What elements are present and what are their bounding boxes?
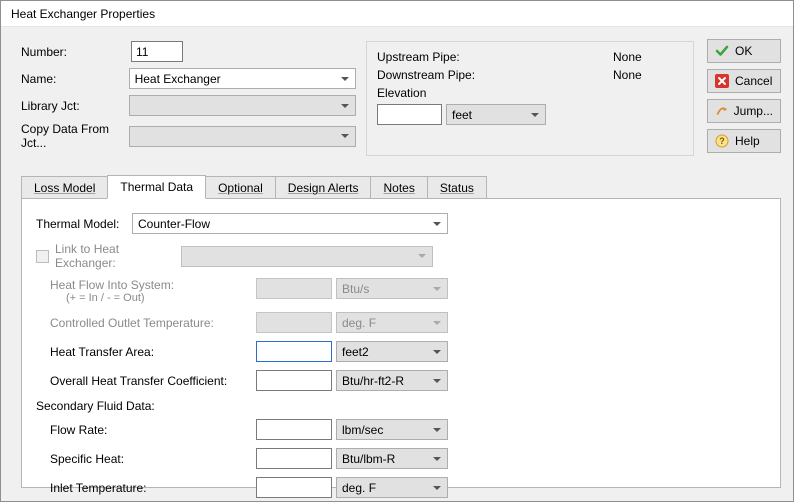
spec-unit: Btu/lbm-R xyxy=(342,452,395,466)
secondary-header: Secondary Fluid Data: xyxy=(36,399,766,413)
tab-status[interactable]: Status xyxy=(427,176,487,199)
number-label: Number: xyxy=(21,45,131,59)
flow-unit: lbm/sec xyxy=(342,423,383,437)
jump-icon xyxy=(715,104,728,118)
spec-unit-select[interactable]: Btu/lbm-R xyxy=(336,448,448,469)
coef-input[interactable] xyxy=(256,370,332,391)
tab-loss-model[interactable]: Loss Model xyxy=(21,176,108,199)
heat-flow-unit-select: Btu/s xyxy=(336,278,448,299)
area-label: Heat Transfer Area: xyxy=(36,345,256,359)
elevation-label: Elevation xyxy=(377,86,683,100)
thermal-model-value: Counter-Flow xyxy=(138,217,210,231)
elevation-input[interactable] xyxy=(377,104,442,125)
spec-label: Specific Heat: xyxy=(36,452,256,466)
thermal-model-label: Thermal Model: xyxy=(36,217,132,231)
inlet-row: Inlet Temperature: deg. F xyxy=(36,477,766,498)
flow-row: Flow Rate: lbm/sec xyxy=(36,419,766,440)
tab-optional[interactable]: Optional xyxy=(205,176,276,199)
elevation-unit: feet xyxy=(452,108,472,122)
area-unit: feet2 xyxy=(342,345,369,359)
cancel-button[interactable]: Cancel xyxy=(707,69,781,93)
downstream-row: Downstream Pipe: None xyxy=(377,68,683,82)
tab-thermal-data[interactable]: Thermal Data xyxy=(107,175,206,199)
jump-button[interactable]: Jump... xyxy=(707,99,781,123)
library-label: Library Jct: xyxy=(21,99,129,113)
help-label: Help xyxy=(735,134,760,148)
name-select[interactable]: Heat Exchanger xyxy=(129,68,356,89)
flow-label: Flow Rate: xyxy=(36,423,256,437)
thermal-model-select[interactable]: Counter-Flow xyxy=(132,213,448,234)
heat-flow-label: Heat Flow Into System: xyxy=(36,278,256,292)
flow-input[interactable] xyxy=(256,419,332,440)
area-row: Heat Transfer Area: feet2 xyxy=(36,341,766,362)
inlet-unit: deg. F xyxy=(342,481,376,495)
elevation-unit-select[interactable]: feet xyxy=(446,104,546,125)
copy-select[interactable] xyxy=(129,126,356,147)
library-row: Library Jct: xyxy=(21,95,356,116)
upstream-row: Upstream Pipe: None xyxy=(377,50,683,64)
help-button[interactable]: ? Help xyxy=(707,129,781,153)
copy-label: Copy Data From Jct... xyxy=(21,122,129,150)
heat-flow-row: Heat Flow Into System: (+ = In / - = Out… xyxy=(36,278,766,304)
name-value: Heat Exchanger xyxy=(135,72,221,86)
link-row: Link to Heat Exchanger: xyxy=(36,242,766,270)
spec-row: Specific Heat: Btu/lbm-R xyxy=(36,448,766,469)
flow-unit-select[interactable]: lbm/sec xyxy=(336,419,448,440)
cot-label: Controlled Outlet Temperature: xyxy=(36,316,256,330)
jump-label: Jump... xyxy=(734,104,773,118)
link-checkbox xyxy=(36,250,49,263)
top-form-row: Number: Name: Heat Exchanger Library Jct… xyxy=(21,41,781,156)
copy-row: Copy Data From Jct... xyxy=(21,122,356,150)
check-icon xyxy=(715,44,729,58)
inlet-label: Inlet Temperature: xyxy=(36,481,256,495)
help-icon: ? xyxy=(715,134,729,148)
elevation-row: feet xyxy=(377,104,683,125)
dialog-window: Heat Exchanger Properties Number: Name: … xyxy=(0,0,794,502)
coef-unit-select[interactable]: Btu/hr-ft2-R xyxy=(336,370,448,391)
spec-input[interactable] xyxy=(256,448,332,469)
library-select[interactable] xyxy=(129,95,356,116)
downstream-label: Downstream Pipe: xyxy=(377,68,527,82)
cot-unit-select: deg. F xyxy=(336,312,448,333)
name-row: Name: Heat Exchanger xyxy=(21,68,356,89)
ok-label: OK xyxy=(735,44,752,58)
tab-strip: Loss Model Thermal Data Optional Design … xyxy=(21,174,781,198)
heat-flow-unit: Btu/s xyxy=(342,282,369,296)
number-row: Number: xyxy=(21,41,356,62)
number-input[interactable] xyxy=(131,41,183,62)
tab-design-alerts[interactable]: Design Alerts xyxy=(275,176,372,199)
coef-unit: Btu/hr-ft2-R xyxy=(342,374,404,388)
button-column: OK Cancel Jump... ? Help xyxy=(707,39,781,153)
x-icon xyxy=(715,74,729,88)
svg-text:?: ? xyxy=(719,136,725,146)
area-input[interactable] xyxy=(256,341,332,362)
inlet-unit-select[interactable]: deg. F xyxy=(336,477,448,498)
coef-row: Overall Heat Transfer Coefficient: Btu/h… xyxy=(36,370,766,391)
area-unit-select[interactable]: feet2 xyxy=(336,341,448,362)
inlet-input[interactable] xyxy=(256,477,332,498)
link-label: Link to Heat Exchanger: xyxy=(55,242,181,270)
heat-flow-input xyxy=(256,278,332,299)
cancel-label: Cancel xyxy=(735,74,772,88)
window-title: Heat Exchanger Properties xyxy=(11,7,155,21)
left-form: Number: Name: Heat Exchanger Library Jct… xyxy=(21,41,356,156)
cot-input xyxy=(256,312,332,333)
downstream-value: None xyxy=(613,68,683,82)
cot-unit: deg. F xyxy=(342,316,376,330)
cot-row: Controlled Outlet Temperature: deg. F xyxy=(36,312,766,333)
thermal-model-row: Thermal Model: Counter-Flow xyxy=(36,213,766,234)
pipe-elevation-box: Upstream Pipe: None Downstream Pipe: Non… xyxy=(366,41,694,156)
upstream-label: Upstream Pipe: xyxy=(377,50,527,64)
upstream-value: None xyxy=(613,50,683,64)
content-area: Number: Name: Heat Exchanger Library Jct… xyxy=(1,27,793,488)
heat-flow-hint: (+ = In / - = Out) xyxy=(36,292,256,304)
link-target-select xyxy=(181,246,433,267)
name-label: Name: xyxy=(21,72,129,86)
ok-button[interactable]: OK xyxy=(707,39,781,63)
coef-label: Overall Heat Transfer Coefficient: xyxy=(36,374,256,388)
thermal-panel: Thermal Model: Counter-Flow Link to Heat… xyxy=(21,198,781,488)
title-bar: Heat Exchanger Properties xyxy=(1,1,793,27)
tab-notes[interactable]: Notes xyxy=(370,176,427,199)
